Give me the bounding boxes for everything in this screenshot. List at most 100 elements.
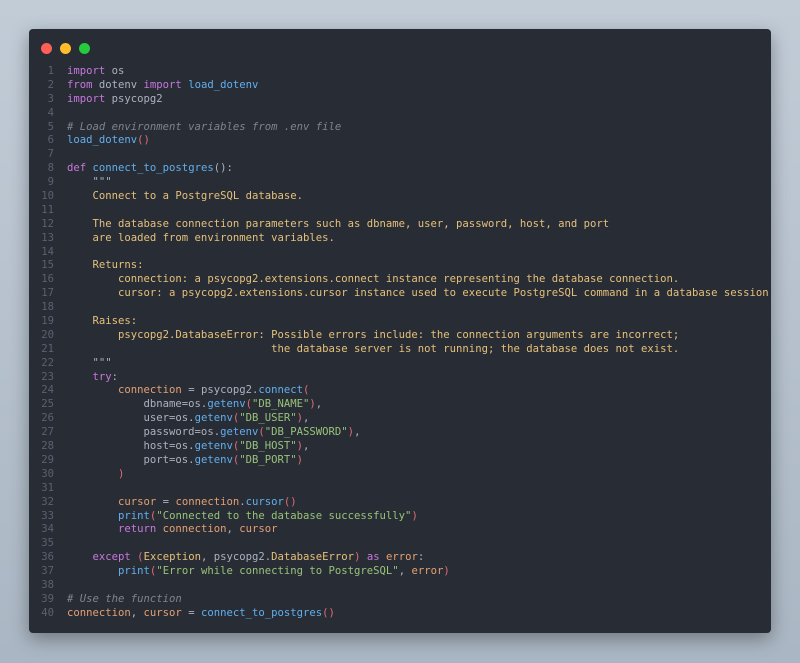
minimize-dot-icon[interactable] (60, 43, 71, 54)
line-text: cursor: a psycopg2.extensions.cursor ins… (67, 287, 771, 301)
code-line: 22 """ (29, 357, 771, 371)
code-token: : (111, 370, 119, 383)
code-line: 5 # Load environment variables from .env … (29, 121, 771, 135)
line-number: 22 (41, 356, 54, 369)
line-text: connection: a psycopg2.extensions.connec… (67, 273, 679, 287)
line-number: 16 (41, 273, 54, 286)
code-token: psycopg2.DatabaseError: Possible errors … (67, 328, 680, 341)
code-token: = (181, 606, 201, 619)
line-text: The database connection parameters such … (67, 218, 610, 232)
line-number: 17 (41, 287, 54, 300)
code-token: , (398, 565, 412, 578)
code-token: try (67, 370, 112, 383)
line-number: 36 (41, 551, 54, 564)
line-text: load_dotenv() (67, 134, 150, 148)
code-line: 19 Raises: (29, 315, 771, 329)
code-token: , (226, 523, 240, 536)
code-token: return (67, 523, 157, 536)
line-number: 11 (41, 203, 54, 216)
line-text: import os (67, 65, 124, 79)
line-number: 8 (47, 162, 54, 175)
code-token: , psycopg2. (200, 551, 272, 564)
line-text: """ (67, 176, 112, 190)
code-token: port=os. (67, 453, 195, 466)
code-line: 21 the database server is not running; t… (29, 343, 771, 357)
line-number: 31 (41, 481, 54, 494)
code-line: 7 (29, 148, 771, 162)
line-number: 6 (47, 134, 54, 147)
code-line: 14 (29, 246, 771, 260)
code-token: load_dotenv (67, 134, 138, 147)
line-text: connection = psycopg2.connect( (67, 384, 309, 398)
line-number: 1 (47, 65, 54, 77)
line-number: 34 (41, 523, 54, 536)
code-token: "DB_HOST" (239, 440, 297, 453)
code-token: ) (411, 509, 418, 522)
line-number: 3 (47, 92, 54, 105)
line-number: 4 (47, 106, 54, 119)
line-number: 24 (41, 384, 54, 397)
code-token: , (303, 440, 310, 453)
code-token: getenv (220, 426, 259, 439)
code-token: psycopg2 (105, 92, 163, 105)
line-number: 2 (47, 78, 54, 91)
code-token: Connect to a PostgreSQL database. (67, 190, 304, 203)
line-text: psycopg2.DatabaseError: Possible errors … (67, 329, 679, 343)
line-number: 37 (41, 565, 54, 578)
line-number: 38 (41, 578, 54, 591)
line-text: password=os.getenv("DB_PASSWORD"), (67, 426, 361, 440)
line-number: 7 (47, 148, 54, 161)
code-line: 10 Connect to a PostgreSQL database. (29, 190, 771, 204)
code-line: 33 print("Connected to the database succ… (29, 510, 771, 524)
code-token: ) (443, 565, 450, 578)
code-line: 12 The database connection parameters su… (29, 218, 771, 232)
line-text: import psycopg2 (67, 93, 163, 107)
line-number: 35 (41, 537, 54, 550)
line-number: 20 (41, 328, 54, 341)
code-token: : (417, 551, 425, 564)
line-text: # Use the function (67, 593, 182, 607)
code-token: as (360, 551, 380, 564)
line-text: print("Error while connecting to Postgre… (67, 565, 450, 579)
code-token: except (67, 551, 131, 564)
code-token: # Load environment variables from .env f… (67, 120, 342, 133)
code-line: 34 return connection, cursor (29, 523, 771, 537)
code-line: 24 connection = psycopg2.connect( (29, 384, 771, 398)
code-token: connection (175, 495, 240, 508)
code-token: error (379, 551, 418, 564)
line-text: try: (67, 370, 119, 385)
code-line: 26 user=os.getenv("DB_USER"), (29, 412, 771, 426)
line-text: are loaded from environment variables. (67, 232, 335, 246)
code-line: 1 import os (29, 65, 771, 79)
code-token: = (156, 495, 176, 508)
line-number: 27 (41, 426, 54, 439)
code-token: = psycopg2. (181, 384, 259, 397)
line-text: # Load environment variables from .env f… (67, 121, 341, 135)
line-text: connection, cursor = connect_to_postgres… (67, 607, 335, 621)
close-dot-icon[interactable] (41, 43, 52, 54)
code-token: password=os. (67, 426, 221, 439)
line-text: host=os.getenv("DB_HOST"), (67, 440, 310, 454)
code-token: , (354, 426, 361, 439)
code-token: host=os. (67, 440, 195, 453)
code-line: 15 Returns: (29, 259, 771, 273)
maximize-dot-icon[interactable] (79, 43, 90, 54)
code-line: 4 (29, 107, 771, 121)
line-number: 10 (41, 190, 54, 203)
code-token: () (137, 134, 150, 147)
code-line: 23 try: (29, 371, 771, 385)
line-number: 28 (41, 440, 54, 453)
code-token: dotenv (92, 78, 144, 91)
code-token: are loaded from environment variables. (67, 231, 335, 244)
code-token: import (67, 92, 106, 105)
line-text: Returns: (67, 259, 144, 273)
code-line: 3 import psycopg2 (29, 93, 771, 107)
line-text: port=os.getenv("DB_PORT") (67, 453, 304, 468)
code-token: getenv (207, 398, 246, 411)
code-token: import (67, 65, 106, 77)
code-line: 13 are loaded from environment variables… (29, 232, 771, 246)
code-token: ( (303, 384, 310, 397)
line-number: 26 (41, 412, 54, 425)
code-token: connection (67, 384, 182, 397)
line-number: 40 (41, 606, 54, 619)
